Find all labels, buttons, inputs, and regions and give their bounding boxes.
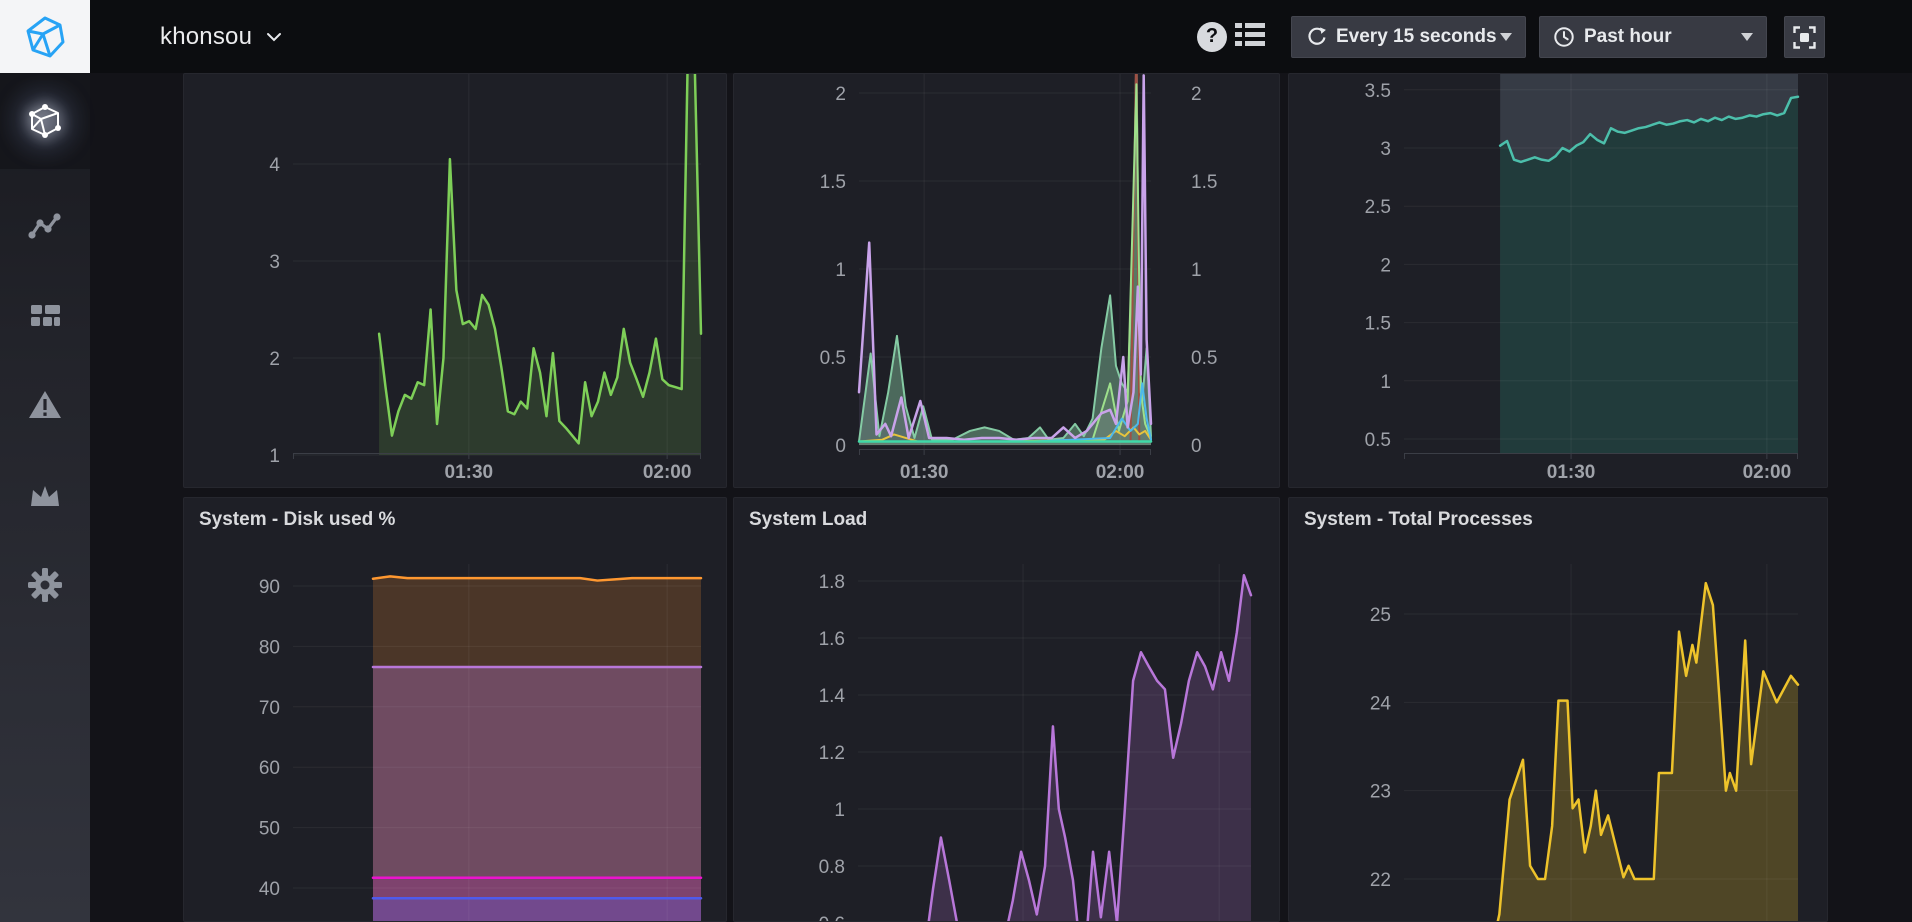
svg-text:02:00: 02:00 <box>1743 462 1792 483</box>
panel-disk-used[interactable]: System - Disk used % 90 80 70 60 50 40 <box>183 497 727 922</box>
crown-icon <box>27 482 63 510</box>
svg-text:01:30: 01:30 <box>1547 462 1596 483</box>
sidebar <box>0 0 90 922</box>
svg-text:3: 3 <box>269 252 280 273</box>
kiosk-icon <box>1792 25 1817 50</box>
panel-2[interactable]: 2 2 1.5 1.5 1 1 0.5 0.5 0 0 01:30 02:00 <box>733 73 1280 488</box>
svg-text:2.5: 2.5 <box>1365 197 1391 218</box>
svg-text:1.2: 1.2 <box>819 743 845 764</box>
refresh-icon <box>1305 26 1327 48</box>
svg-text:0.5: 0.5 <box>1191 348 1217 369</box>
dashboard-list-icon[interactable] <box>1235 21 1265 53</box>
svg-text:1: 1 <box>269 446 280 467</box>
chart-p6[interactable]: 25 24 23 22 <box>1289 498 1828 922</box>
svg-text:1: 1 <box>834 800 845 821</box>
svg-text:1.6: 1.6 <box>819 629 845 650</box>
svg-text:0: 0 <box>1191 436 1202 457</box>
svg-text:90: 90 <box>259 577 280 598</box>
svg-text:80: 80 <box>259 637 280 658</box>
sidebar-item-network-dashboard[interactable] <box>0 73 90 169</box>
caret-down-icon <box>1500 33 1512 41</box>
svg-text:0.5: 0.5 <box>820 348 846 369</box>
caret-down-icon <box>1741 33 1753 41</box>
list-icon <box>1235 21 1265 48</box>
svg-text:0: 0 <box>835 436 846 457</box>
panel-title[interactable]: System - Disk used % <box>184 498 726 542</box>
svg-text:1.4: 1.4 <box>819 686 846 707</box>
sidebar-item-dashboards[interactable] <box>0 271 90 361</box>
svg-text:22: 22 <box>1370 870 1391 891</box>
svg-text:0.5: 0.5 <box>1365 430 1391 451</box>
svg-text:2: 2 <box>835 84 846 105</box>
svg-text:4: 4 <box>269 155 280 176</box>
svg-text:02:00: 02:00 <box>1096 462 1145 483</box>
svg-text:60: 60 <box>259 758 280 779</box>
chart-p4[interactable]: 90 80 70 60 50 40 <box>184 498 727 922</box>
gear-icon <box>27 567 63 603</box>
svg-text:1.8: 1.8 <box>819 572 845 593</box>
svg-text:24: 24 <box>1370 693 1392 714</box>
chart-p2[interactable]: 2 2 1.5 1.5 1 1 0.5 0.5 0 0 01:30 02:00 <box>734 74 1280 488</box>
svg-text:50: 50 <box>259 819 280 840</box>
svg-text:25: 25 <box>1370 605 1391 626</box>
svg-text:1.5: 1.5 <box>1365 314 1391 335</box>
top-header: khonsou ? Every 15 seconds <box>90 0 1912 73</box>
warning-triangle-icon <box>27 389 63 421</box>
svg-text:1.5: 1.5 <box>820 172 846 193</box>
dashboards-blocks-icon <box>27 302 63 330</box>
sidebar-item-settings[interactable] <box>0 540 90 630</box>
kiosk-mode-button[interactable] <box>1784 16 1825 58</box>
svg-text:1: 1 <box>1191 260 1202 281</box>
time-range-dropdown[interactable]: Past hour <box>1539 16 1767 58</box>
help-icon[interactable]: ? <box>1197 22 1227 52</box>
svg-text:40: 40 <box>259 879 280 900</box>
chart-p1[interactable]: 4 3 2 1 01:30 02:00 <box>184 74 727 488</box>
panel-3[interactable]: 3.5 3 2.5 2 1.5 1 0.5 01:30 02:00 <box>1288 73 1828 488</box>
svg-text:1.5: 1.5 <box>1191 172 1217 193</box>
line-graph-icon <box>27 211 63 241</box>
app-logo[interactable] <box>0 0 90 73</box>
svg-text:1: 1 <box>1380 372 1391 393</box>
svg-text:70: 70 <box>259 698 280 719</box>
svg-text:1: 1 <box>835 260 846 281</box>
help-glyph: ? <box>1206 25 1218 48</box>
panel-title[interactable]: System Load <box>734 498 1279 542</box>
panel-1[interactable]: 4 3 2 1 01:30 02:00 <box>183 73 727 488</box>
panel-system-load[interactable]: System Load 1.8 1.6 1.4 1.2 1 0.8 0.6 <box>733 497 1280 922</box>
svg-text:2: 2 <box>1191 84 1202 105</box>
panel-total-processes[interactable]: System - Total Processes 25 24 23 22 <box>1288 497 1828 922</box>
refresh-interval-label: Every 15 seconds <box>1336 26 1497 48</box>
svg-text:2: 2 <box>1380 255 1391 276</box>
svg-text:02:00: 02:00 <box>643 462 692 483</box>
svg-text:01:30: 01:30 <box>900 462 949 483</box>
sidebar-item-explore[interactable] <box>0 181 90 271</box>
svg-text:0.8: 0.8 <box>819 857 845 878</box>
chart-p5[interactable]: 1.8 1.6 1.4 1.2 1 0.8 0.6 <box>734 498 1280 922</box>
network-dashboard-icon <box>27 104 63 138</box>
sidebar-item-admin[interactable] <box>0 451 90 541</box>
chart-p3[interactable]: 3.5 3 2.5 2 1.5 1 0.5 01:30 02:00 <box>1289 74 1828 488</box>
svg-text:23: 23 <box>1370 782 1391 803</box>
time-range-label: Past hour <box>1584 26 1672 48</box>
svg-text:2: 2 <box>269 349 280 370</box>
svg-text:0.6: 0.6 <box>819 914 845 922</box>
refresh-interval-dropdown[interactable]: Every 15 seconds <box>1291 16 1526 58</box>
svg-text:3: 3 <box>1380 139 1391 160</box>
panel-title[interactable]: System - Total Processes <box>1289 498 1827 542</box>
sidebar-item-alerting[interactable] <box>0 360 90 450</box>
clock-icon <box>1553 26 1575 48</box>
grafana-logo-icon <box>20 12 70 62</box>
header-actions: ? Every 15 seconds <box>90 0 1912 73</box>
svg-text:01:30: 01:30 <box>445 462 494 483</box>
svg-text:3.5: 3.5 <box>1365 81 1391 102</box>
